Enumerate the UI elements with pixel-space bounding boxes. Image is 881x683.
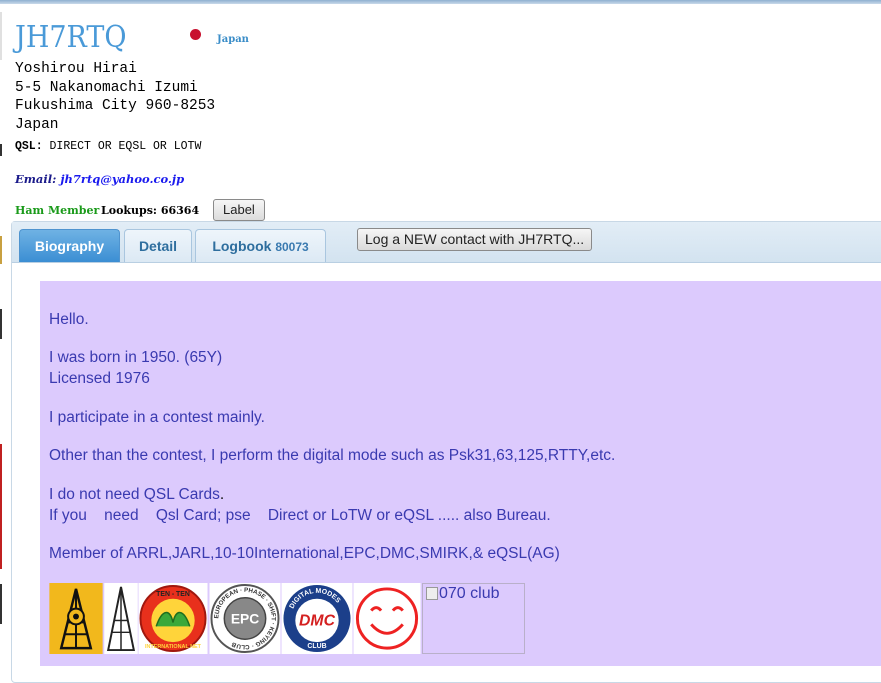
arrl-logo bbox=[49, 583, 103, 654]
callsign-title: JH7RTQ bbox=[15, 20, 127, 55]
bio-licensed: Licensed 1976 bbox=[49, 370, 150, 387]
jarl-logo bbox=[104, 583, 138, 654]
address-line-city: Fukushima City 960-8253 bbox=[15, 98, 216, 114]
epc-logo: EUROPEAN · PHASE · SHIFT · KEYING · CLUB… bbox=[209, 583, 281, 654]
broken-image-icon bbox=[426, 587, 438, 600]
lookups-count: Lookups: 66364 bbox=[101, 204, 199, 217]
ten-ten-bottom-text: INTERNATIONAL NET bbox=[145, 644, 202, 650]
window-top-border bbox=[0, 0, 881, 4]
dmc-center-text: DMC bbox=[299, 612, 336, 629]
tab-detail[interactable]: Detail bbox=[124, 229, 192, 262]
bio-born: I was born in 1950. (65Y) bbox=[49, 349, 223, 366]
address-block: Yoshirou Hirai 5-5 Nakanomachi Izumi Fuk… bbox=[15, 60, 215, 134]
logbook-count: 80073 bbox=[275, 240, 309, 254]
qsl-label: QSL: bbox=[15, 140, 43, 153]
club-070-image: 070 club bbox=[422, 583, 525, 654]
bio-contest: I participate in a contest mainly. bbox=[49, 409, 265, 426]
bio-hello: Hello. bbox=[49, 311, 89, 328]
address-line-country: Japan bbox=[15, 116, 59, 133]
bio-qsl-request: If you need Qsl Card; pse Direct or LoTW… bbox=[49, 507, 551, 524]
ham-member-badge: Ham Member bbox=[15, 204, 100, 217]
country-link[interactable]: Japan bbox=[217, 34, 249, 45]
lookups-value: 66364 bbox=[160, 204, 200, 217]
club-070-alt-text: 070 club bbox=[439, 585, 500, 602]
tab-biography[interactable]: Biography bbox=[19, 229, 120, 262]
label-button[interactable]: Label bbox=[213, 199, 265, 221]
email-label: Email: bbox=[15, 172, 57, 186]
bio-qsl-need: I do not need QSL Cards. bbox=[49, 484, 224, 505]
qsl-info: QSL: DIRECT OR EQSL OR LOTW bbox=[15, 140, 201, 153]
tab-logbook-label: Logbook bbox=[212, 238, 272, 254]
email-link[interactable]: jh7rtq@yahoo.co.jp bbox=[60, 172, 184, 186]
address-line-street: 5-5 Nakanomachi Izumi bbox=[15, 79, 198, 96]
dmc-bottom-text: CLUB bbox=[307, 643, 326, 650]
email-info: Email: jh7rtq@yahoo.co.jp bbox=[15, 172, 184, 186]
ten-ten-top-text: TEN - TEN bbox=[156, 591, 190, 598]
biography-content: Hello. I was born in 1950. (65Y) License… bbox=[40, 281, 881, 666]
log-new-contact-button[interactable]: Log a NEW contact with JH7RTQ... bbox=[357, 228, 593, 251]
address-line-name: Yoshirou Hirai bbox=[15, 61, 137, 77]
bio-digital: Other than the contest, I perform the di… bbox=[49, 447, 616, 464]
japan-flag-icon bbox=[190, 29, 201, 40]
left-edge bbox=[0, 4, 2, 666]
bio-qsl-need-period: . bbox=[219, 486, 225, 503]
dmc-logo: DIGITAL MODES DMC CLUB bbox=[281, 583, 353, 654]
bio-qsl-need-text: I do not need QSL Cards bbox=[49, 486, 220, 503]
bio-member-of: Member of ARRL,JARL,10-10International,E… bbox=[49, 545, 560, 562]
lookups-label: Lookups: bbox=[101, 204, 157, 217]
epc-center-text: EPC bbox=[231, 611, 259, 626]
tab-logbook[interactable]: Logbook 80073 bbox=[195, 229, 326, 262]
qsl-value: DIRECT OR EQSL OR LOTW bbox=[49, 140, 202, 153]
ten-ten-international-logo: TEN - TEN INTERNATIONAL NET bbox=[138, 583, 208, 654]
smirk-smiley-logo bbox=[353, 583, 421, 654]
